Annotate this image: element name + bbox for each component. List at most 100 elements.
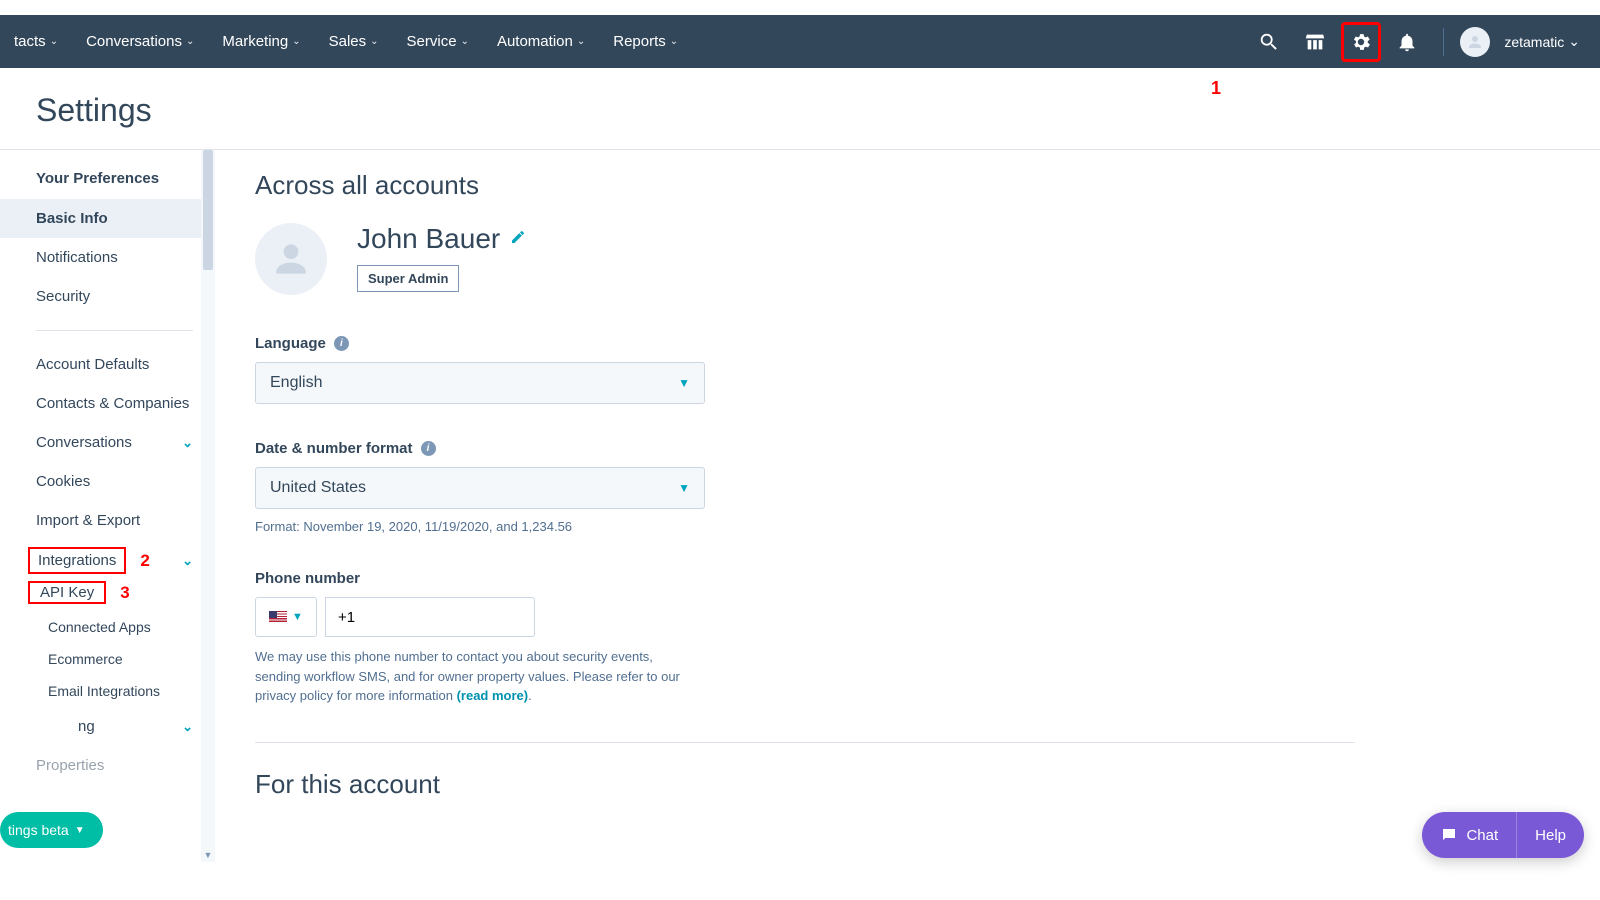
sidebar-item-import-export[interactable]: Import & Export <box>0 501 215 540</box>
chevron-down-icon: ⌄ <box>1568 33 1580 50</box>
chevron-down-icon: ⌄ <box>292 36 300 47</box>
settings-gear-icon[interactable] <box>1341 22 1381 62</box>
chat-icon <box>1440 826 1458 844</box>
section-title-for-account: For this account <box>255 769 1560 800</box>
nav-label: Marketing <box>222 33 288 50</box>
sidebar-subitem-email-integrations[interactable]: Email Integrations <box>0 675 215 707</box>
main-content: Across all accounts John Bauer Super Adm… <box>215 150 1600 862</box>
chevron-down-icon: ▼ <box>75 825 85 836</box>
section-divider <box>255 742 1355 743</box>
chevron-down-icon: ⌄ <box>186 36 194 47</box>
chat-widget: Chat Help <box>1422 812 1584 858</box>
phone-help-text: We may use this phone number to contact … <box>255 647 695 706</box>
chat-button[interactable]: Chat <box>1422 812 1516 858</box>
sidebar-item-security[interactable]: Security <box>0 277 215 316</box>
sidebar-item-properties[interactable]: Properties <box>0 746 215 785</box>
sidebar-item-label: Contacts & Companies <box>36 395 189 412</box>
nav-service[interactable]: Service ⌄ <box>393 15 483 68</box>
nav-contacts[interactable]: tacts ⌄ <box>0 15 72 68</box>
chevron-down-icon: ⌄ <box>670 36 678 47</box>
sidebar-item-conversations[interactable]: Conversations ⌄ <box>0 423 215 462</box>
nav-label: Automation <box>497 33 573 50</box>
profile-name: John Bauer <box>357 223 500 255</box>
scroll-down-icon[interactable]: ▼ <box>201 848 215 862</box>
scrollbar-thumb[interactable] <box>203 150 213 270</box>
sidebar: Your Preferences Basic Info Notification… <box>0 150 215 862</box>
phone-country-select[interactable]: ▼ <box>255 597 317 637</box>
chevron-down-icon: ⌄ <box>182 719 193 735</box>
sidebar-item-notifications[interactable]: Notifications <box>0 238 215 277</box>
chat-label: Chat <box>1466 827 1498 844</box>
scrollbar-track[interactable]: ▲ ▼ <box>201 150 215 862</box>
sidebar-item-label: Notifications <box>36 249 118 266</box>
section-title-across: Across all accounts <box>255 170 1560 201</box>
marketplace-icon[interactable] <box>1295 22 1335 62</box>
nav-label: Reports <box>613 33 666 50</box>
select-value: English <box>270 374 322 392</box>
annotation-marker-1: 1 <box>1211 78 1221 99</box>
beta-pill[interactable]: tings beta ▼ <box>0 812 103 848</box>
chevron-down-icon: ⌄ <box>370 36 378 47</box>
sidebar-item-cookies[interactable]: Cookies <box>0 462 215 501</box>
info-icon[interactable]: i <box>334 336 349 351</box>
nav-label: Sales <box>329 33 367 50</box>
sidebar-item-label: Security <box>36 288 90 305</box>
avatar[interactable] <box>1460 27 1490 57</box>
sidebar-item-label: Conversations <box>36 434 132 451</box>
us-flag-icon <box>269 611 287 623</box>
top-nav: tacts⌄ Conversations⌄ Marketing⌄ Sales⌄ … <box>0 15 1600 68</box>
dateformat-hint: Format: November 19, 2020, 11/19/2020, a… <box>255 519 775 534</box>
field-language: Language i English ▼ <box>255 335 775 404</box>
sidebar-item-truncated[interactable]: ng⌄ <box>0 707 215 746</box>
nav-left: tacts⌄ Conversations⌄ Marketing⌄ Sales⌄ … <box>0 15 692 68</box>
sidebar-item-account-defaults[interactable]: Account Defaults <box>0 345 215 384</box>
sidebar-subitem-ecommerce[interactable]: Ecommerce <box>0 643 215 675</box>
edit-pencil-icon[interactable] <box>510 229 526 250</box>
nav-conversations[interactable]: Conversations ⌄ <box>72 15 208 68</box>
read-more-link[interactable]: (read more) <box>457 688 529 703</box>
sidebar-divider <box>36 330 193 331</box>
dateformat-select[interactable]: United States ▼ <box>255 467 705 509</box>
nav-label: Service <box>407 33 457 50</box>
nav-automation[interactable]: Automation ⌄ <box>483 15 599 68</box>
help-label: Help <box>1535 827 1566 844</box>
chevron-down-icon: ⌄ <box>577 36 585 47</box>
sidebar-item-integrations[interactable]: Integrations 2 ⌄ <box>0 547 215 574</box>
help-button[interactable]: Help <box>1516 812 1584 858</box>
sidebar-item-label: Basic Info <box>36 210 108 227</box>
sidebar-subitem-connected-apps[interactable]: Connected Apps <box>0 611 215 643</box>
sidebar-subitem-label: API Key <box>28 581 106 604</box>
chevron-down-icon: ▼ <box>292 611 303 623</box>
nav-label: Conversations <box>86 33 182 50</box>
nav-divider <box>1443 28 1444 56</box>
language-select[interactable]: English ▼ <box>255 362 705 404</box>
sidebar-item-basic-info[interactable]: Basic Info <box>0 199 215 238</box>
chevron-down-icon: ▼ <box>678 481 690 495</box>
sidebar-item-contacts-companies[interactable]: Contacts & Companies <box>0 384 215 423</box>
search-icon[interactable] <box>1249 22 1289 62</box>
field-label-text: Date & number format <box>255 440 413 457</box>
nav-sales[interactable]: Sales⌄ <box>315 15 393 68</box>
notifications-bell-icon[interactable] <box>1387 22 1427 62</box>
phone-input[interactable] <box>325 597 535 637</box>
chevron-down-icon: ⌄ <box>50 36 58 47</box>
field-label-text: Language <box>255 335 326 352</box>
nav-reports[interactable]: Reports ⌄ <box>599 15 692 68</box>
account-menu[interactable]: zetamatic ⌄ <box>1496 33 1588 50</box>
chevron-down-icon: ⌄ <box>182 435 193 451</box>
page-title: Settings <box>0 68 1600 149</box>
profile-avatar[interactable] <box>255 223 327 295</box>
info-icon[interactable]: i <box>421 441 436 456</box>
sidebar-subitem-api-key[interactable]: API Key 3 <box>0 581 215 604</box>
chevron-down-icon: ⌄ <box>461 36 469 47</box>
annotation-marker-2: 2 <box>140 551 149 571</box>
nav-label: tacts <box>14 33 46 50</box>
sidebar-item-label: Cookies <box>36 473 90 490</box>
sidebar-item-label: Properties <box>36 757 104 774</box>
field-phone: Phone number ▼ We may use this phone num… <box>255 570 775 706</box>
sidebar-section-title: Your Preferences <box>0 170 215 199</box>
field-date-format: Date & number format i United States ▼ F… <box>255 440 775 534</box>
role-badge: Super Admin <box>357 265 459 292</box>
nav-marketing[interactable]: Marketing ⌄ <box>208 15 314 68</box>
nav-right: zetamatic ⌄ <box>1249 22 1588 62</box>
